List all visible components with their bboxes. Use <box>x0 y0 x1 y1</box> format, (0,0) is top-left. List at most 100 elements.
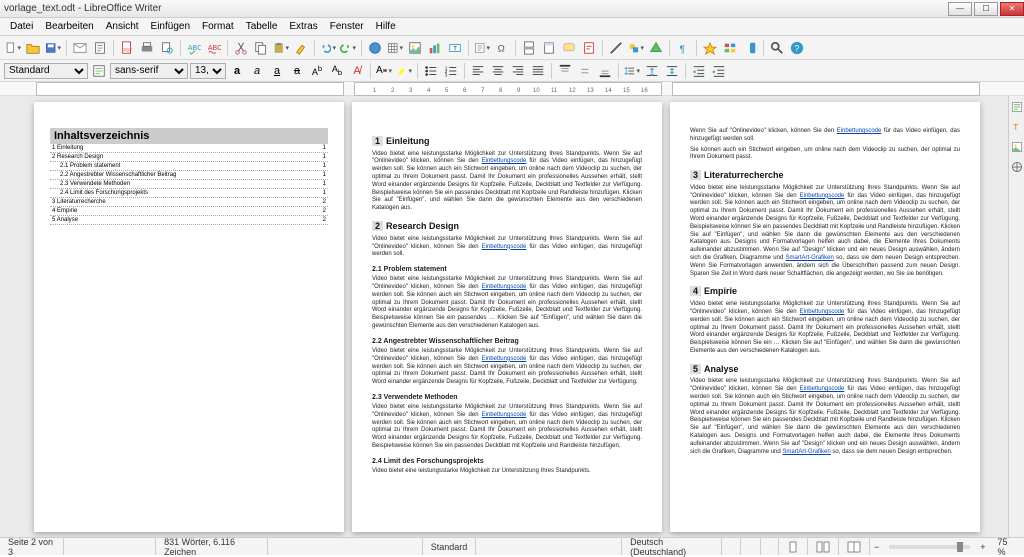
navigator-button[interactable] <box>701 39 719 57</box>
menu-fenster[interactable]: Fenster <box>324 19 370 34</box>
undo-button[interactable]: ▾ <box>319 39 337 57</box>
increase-indent-button[interactable] <box>690 62 708 80</box>
font-color-button[interactable]: A▾ <box>375 62 393 80</box>
status-view-single[interactable] <box>779 538 808 555</box>
font-name-select[interactable]: sans-serif <box>110 63 188 79</box>
status-language[interactable]: Deutsch (Deutschland) <box>622 538 721 555</box>
page-2[interactable]: 1Einleitung Video bietet eine leistungss… <box>352 102 662 532</box>
copy-button[interactable] <box>252 39 270 57</box>
paragraph-style-select[interactable]: Standard <box>4 63 88 79</box>
link-smartart[interactable]: SmartArt-Grafiken <box>786 255 834 261</box>
strikethrough-button[interactable]: a <box>288 62 306 80</box>
toc-entry[interactable]: 2.4 Limit des Forschungsprojekts1 <box>50 189 328 198</box>
print-button[interactable] <box>138 39 156 57</box>
link-einbettungscode[interactable]: Einbettungscode <box>482 284 527 290</box>
image-button[interactable] <box>406 39 424 57</box>
toc-entry[interactable]: 3 Literaturrecherche2 <box>50 198 328 207</box>
toc-entry[interactable]: 2 Research Design1 <box>50 153 328 162</box>
vert-center-button[interactable] <box>576 62 594 80</box>
menu-tabelle[interactable]: Tabelle <box>240 19 284 34</box>
decrease-indent-button[interactable] <box>710 62 728 80</box>
status-view-book[interactable] <box>839 538 870 555</box>
menu-einfuegen[interactable]: Einfügen <box>145 19 196 34</box>
menu-extras[interactable]: Extras <box>283 19 323 34</box>
link-einbettungscode[interactable]: Einbettungscode <box>482 356 527 362</box>
paste-button[interactable]: ▾ <box>272 39 290 57</box>
menu-bearbeiten[interactable]: Bearbeiten <box>39 19 99 34</box>
new-doc-button[interactable]: ▾ <box>4 39 22 57</box>
cut-button[interactable] <box>232 39 250 57</box>
status-view-multi[interactable] <box>808 538 839 555</box>
menu-datei[interactable]: Datei <box>4 19 39 34</box>
decrease-spacing-button[interactable] <box>663 62 681 80</box>
export-pdf-button[interactable]: PDF <box>118 39 136 57</box>
numbered-list-button[interactable]: 123 <box>442 62 460 80</box>
text-frame-button[interactable]: T <box>446 39 464 57</box>
align-right-button[interactable] <box>509 62 527 80</box>
zoom-button[interactable] <box>768 39 786 57</box>
clear-format-button[interactable]: A̸ <box>348 62 366 80</box>
zoom-out-button[interactable]: − <box>870 538 883 555</box>
table-button[interactable]: ▾ <box>386 39 404 57</box>
status-page[interactable]: Seite 2 von 3 <box>0 538 64 555</box>
vert-top-button[interactable] <box>556 62 574 80</box>
minimize-button[interactable]: — <box>948 2 972 16</box>
page-3[interactable]: Wenn Sie auf "Onlinevideo" klicken, könn… <box>670 102 980 532</box>
link-einbettungscode[interactable]: Einbettungscode <box>800 386 845 392</box>
line-button[interactable] <box>607 39 625 57</box>
record-changes-button[interactable] <box>580 39 598 57</box>
menu-ansicht[interactable]: Ansicht <box>100 19 145 34</box>
spellcheck-button[interactable]: ABC <box>185 39 203 57</box>
autospell-button[interactable]: ABC <box>205 39 223 57</box>
increase-spacing-button[interactable] <box>643 62 661 80</box>
link-einbettungscode[interactable]: Einbettungscode <box>482 158 527 164</box>
page-break-button[interactable] <box>520 39 538 57</box>
toc-entry[interactable]: 2.3 Verwendete Methoden1 <box>50 180 328 189</box>
nonprinting-button[interactable]: ¶ <box>674 39 692 57</box>
link-smartart[interactable]: SmartArt-Grafiken <box>782 449 830 455</box>
font-size-select[interactable]: 13,5 <box>190 63 226 79</box>
toc-entry[interactable]: 4 Empirie2 <box>50 207 328 216</box>
status-words[interactable]: 831 Wörter, 6.116 Zeichen <box>156 538 268 555</box>
status-selection-mode[interactable] <box>741 538 761 555</box>
menu-format[interactable]: Format <box>196 19 240 34</box>
field-button[interactable]: ▾ <box>473 39 491 57</box>
status-style[interactable]: Standard <box>423 538 477 555</box>
line-spacing-button[interactable]: ▾ <box>623 62 641 80</box>
sidebar-styles-icon[interactable]: T <box>1010 120 1024 134</box>
chart-button[interactable] <box>426 39 444 57</box>
vert-bottom-button[interactable] <box>596 62 614 80</box>
save-button[interactable]: ▾ <box>44 39 62 57</box>
close-button[interactable]: ✕ <box>1000 2 1024 16</box>
edit-button[interactable] <box>91 39 109 57</box>
update-style-button[interactable] <box>90 62 108 80</box>
sidebar-navigator-icon[interactable] <box>1010 160 1024 174</box>
comment-button[interactable] <box>560 39 578 57</box>
align-left-button[interactable] <box>469 62 487 80</box>
header-footer-button[interactable] <box>540 39 558 57</box>
zoom-percent[interactable]: 75 % <box>990 538 1024 555</box>
help-button[interactable]: ? <box>788 39 806 57</box>
highlight-color-button[interactable]: ▾ <box>395 62 413 80</box>
status-insert-mode[interactable] <box>722 538 742 555</box>
document-area[interactable]: Inhaltsverzeichnis 1 Einleitung12 Resear… <box>0 96 1024 541</box>
toc-entry[interactable]: 5 Analyse2 <box>50 216 328 225</box>
bullet-list-button[interactable] <box>422 62 440 80</box>
superscript-button[interactable]: Ab <box>308 62 326 80</box>
draw-funcs-button[interactable] <box>647 39 665 57</box>
maximize-button[interactable]: ☐ <box>974 2 998 16</box>
toc-entry[interactable]: 2.1 Problem statement1 <box>50 162 328 171</box>
special-char-button[interactable]: Ω <box>493 39 511 57</box>
open-button[interactable] <box>24 39 42 57</box>
link-einbettungscode[interactable]: Einbettungscode <box>800 309 845 315</box>
underline-button[interactable]: a <box>268 62 286 80</box>
sidebar-properties-icon[interactable] <box>1010 100 1024 114</box>
ruler[interactable]: 12345678910111213141516 <box>0 82 1024 96</box>
toc-entry[interactable]: 1 Einleitung1 <box>50 144 328 153</box>
link-einbettungscode[interactable]: Einbettungscode <box>800 193 845 199</box>
page-1[interactable]: Inhaltsverzeichnis 1 Einleitung12 Resear… <box>34 102 344 532</box>
print-preview-button[interactable] <box>158 39 176 57</box>
redo-button[interactable]: ▾ <box>339 39 357 57</box>
status-signature[interactable] <box>761 538 779 555</box>
link-einbettungscode[interactable]: Einbettungscode <box>482 412 527 418</box>
